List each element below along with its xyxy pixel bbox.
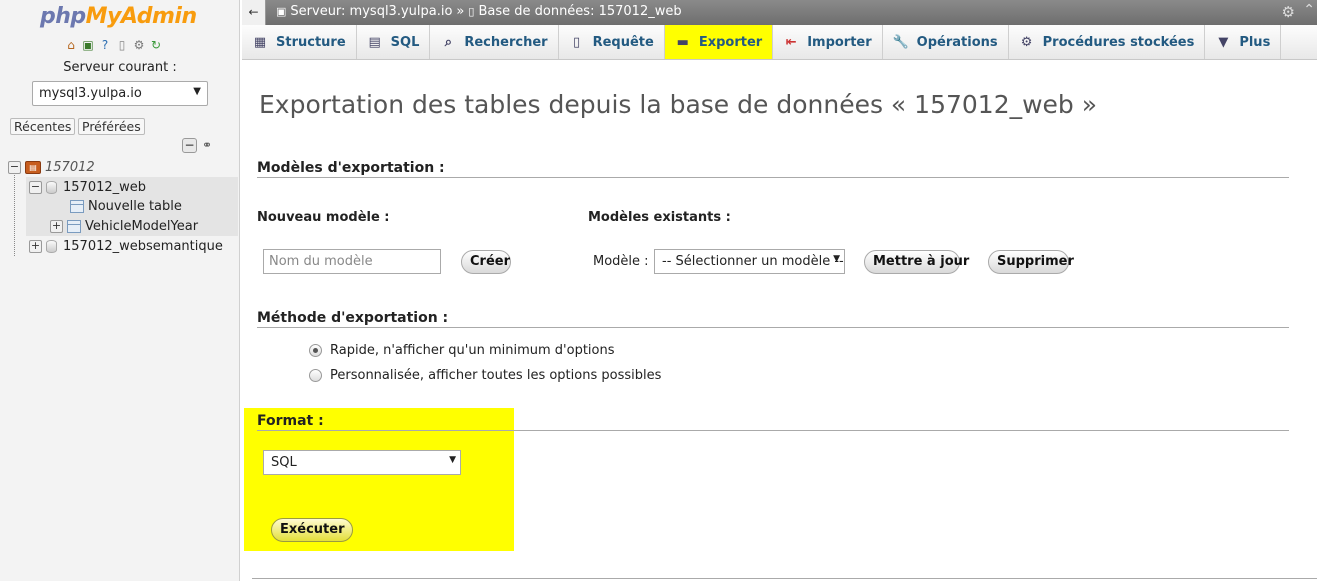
chevron-down-icon: ▼	[833, 254, 840, 264]
format-heading: Format :	[257, 413, 1289, 431]
tab-import[interactable]: ⇤ Importer	[773, 25, 883, 59]
collapse-top-icon[interactable]: ⌃	[1303, 2, 1315, 18]
tree-db-label: 157012_websemantique	[63, 238, 223, 254]
routines-icon: ⚙	[1020, 34, 1033, 50]
server-select[interactable]: mysql3.yulpa.io ▼	[32, 81, 208, 106]
tree-guide-line	[14, 172, 15, 256]
exit-icon[interactable]: ▣	[81, 38, 95, 52]
link-icon[interactable]: ⚭	[202, 138, 212, 152]
collapse-icon[interactable]: −	[29, 180, 42, 194]
docs-icon[interactable]: ▯	[115, 38, 129, 52]
format-select[interactable]: SQL ▼	[263, 450, 461, 475]
structure-icon: ▦	[253, 34, 267, 50]
tree-db-157012-websemantique[interactable]: + 157012_websemantique	[29, 236, 223, 256]
tree-table-vehiclemodelyear[interactable]: + VehicleModelYear	[26, 216, 238, 236]
import-icon: ⇤	[785, 34, 797, 50]
breadcrumb-database[interactable]: Base de données: 157012_web	[478, 4, 681, 19]
nav-icon-bar: ⌂ ▣ ? ▯ ⚙ ↻	[64, 38, 163, 52]
template-select-value: -- Sélectionner un modèle --	[662, 254, 844, 269]
server-select-value: mysql3.yulpa.io	[39, 86, 142, 101]
breadcrumb-separator: »	[456, 4, 465, 19]
tab-export[interactable]: ▬ Exporter	[664, 25, 774, 59]
method-custom-option[interactable]: Personnalisée, afficher toutes les optio…	[309, 368, 661, 383]
breadcrumb-server[interactable]: Serveur: mysql3.yulpa.io	[290, 4, 452, 19]
chevron-down-icon: ▼	[193, 86, 201, 97]
divider	[252, 578, 1317, 579]
create-template-button[interactable]: Créer	[461, 250, 511, 274]
new-table-icon	[70, 199, 84, 213]
back-button[interactable]: ←	[242, 0, 266, 25]
tree-new-table-label: Nouvelle table	[88, 198, 182, 214]
home-icon[interactable]: ⌂	[64, 38, 78, 52]
template-select[interactable]: -- Sélectionner un modèle -- ▼	[654, 249, 845, 274]
update-template-button[interactable]: Mettre à jour	[864, 250, 969, 274]
tree-db-label: 157012_web	[63, 179, 147, 195]
collapse-icon[interactable]: −	[8, 160, 21, 174]
method-quick-option[interactable]: Rapide, n'afficher qu'un minimum d'optio…	[309, 343, 615, 358]
current-server-label: Serveur courant :	[63, 60, 177, 75]
server-icon: ▣	[276, 5, 287, 18]
tab-structure[interactable]: ▦ Structure	[242, 25, 357, 59]
breadcrumb: ▣ Serveur: mysql3.yulpa.io » ▯ Base de d…	[276, 4, 682, 19]
tree-server-node[interactable]: − ▤ 157012	[8, 157, 95, 177]
chevron-down-icon: ▼	[449, 455, 456, 465]
tree-server-label: 157012	[45, 159, 95, 175]
method-quick-label: Rapide, n'afficher qu'un minimum d'optio…	[330, 343, 615, 358]
breadcrumb-bar: ← ▣ Serveur: mysql3.yulpa.io » ▯ Base de…	[242, 0, 1317, 25]
sql-icon: ▤	[368, 34, 381, 50]
tab-query[interactable]: ▯ Requête	[559, 25, 665, 59]
table-icon	[67, 219, 81, 233]
existing-templates-heading: Modèles existants :	[588, 210, 731, 225]
navigation-panel: phpMyAdmin ⌂ ▣ ? ▯ ⚙ ↻ Serveur courant :…	[0, 0, 240, 581]
method-custom-label: Personnalisée, afficher toutes les optio…	[330, 368, 662, 383]
reload-icon[interactable]: ↻	[149, 38, 163, 52]
settings-icon[interactable]: ⚙	[132, 38, 146, 52]
collapse-all-button[interactable]: −	[182, 138, 197, 153]
recent-tables-button[interactable]: Récentes	[10, 118, 76, 135]
tab-operations[interactable]: 🔧 Opérations	[883, 25, 1009, 59]
template-select-label: Modèle :	[593, 254, 649, 269]
new-template-heading: Nouveau modèle :	[257, 210, 390, 225]
favorite-tables-button[interactable]: Préférées	[78, 118, 145, 135]
database-icon	[46, 180, 57, 194]
search-icon: ⌕	[444, 34, 452, 50]
database-icon: ▯	[468, 5, 475, 18]
export-method-heading: Méthode d'exportation :	[257, 310, 1289, 328]
radio-quick[interactable]	[309, 344, 322, 357]
tab-sql[interactable]: ▤ SQL	[357, 25, 431, 59]
tab-more[interactable]: ▼ Plus	[1205, 25, 1282, 59]
radio-custom[interactable]	[309, 369, 322, 382]
tab-routines[interactable]: ⚙ Procédures stockées	[1009, 25, 1206, 59]
phpmyadmin-logo[interactable]: phpMyAdmin	[40, 4, 197, 29]
tab-bar: ▦ Structure ▤ SQL ⌕ Rechercher ▯ Requête ▬ Ex…	[242, 25, 1317, 60]
export-icon: ▬	[676, 34, 689, 50]
templates-heading: Modèles d'exportation :	[257, 160, 1289, 178]
help-icon[interactable]: ?	[98, 38, 112, 52]
database-icon	[46, 239, 57, 253]
expand-icon[interactable]: +	[29, 239, 42, 253]
tree-new-table[interactable]: Nouvelle table	[26, 196, 238, 216]
tree-db-157012-web[interactable]: − 157012_web	[26, 177, 238, 197]
expand-icon[interactable]: +	[50, 219, 63, 233]
operations-icon: 🔧	[892, 34, 909, 50]
gear-icon[interactable]: ⚙	[1282, 3, 1295, 21]
query-icon: ▯	[573, 34, 581, 50]
format-select-value: SQL	[271, 455, 297, 470]
delete-template-button[interactable]: Supprimer	[988, 250, 1074, 274]
database-group-icon: ▤	[25, 160, 41, 174]
tab-search[interactable]: ⌕ Rechercher	[430, 25, 559, 59]
template-name-input[interactable]: Nom du modèle	[263, 249, 441, 274]
more-icon: ▼	[1218, 34, 1229, 50]
tree-table-label: VehicleModelYear	[85, 218, 199, 234]
execute-button[interactable]: Exécuter	[271, 518, 353, 542]
page-title: Exportation des tables depuis la base de…	[259, 90, 1098, 119]
